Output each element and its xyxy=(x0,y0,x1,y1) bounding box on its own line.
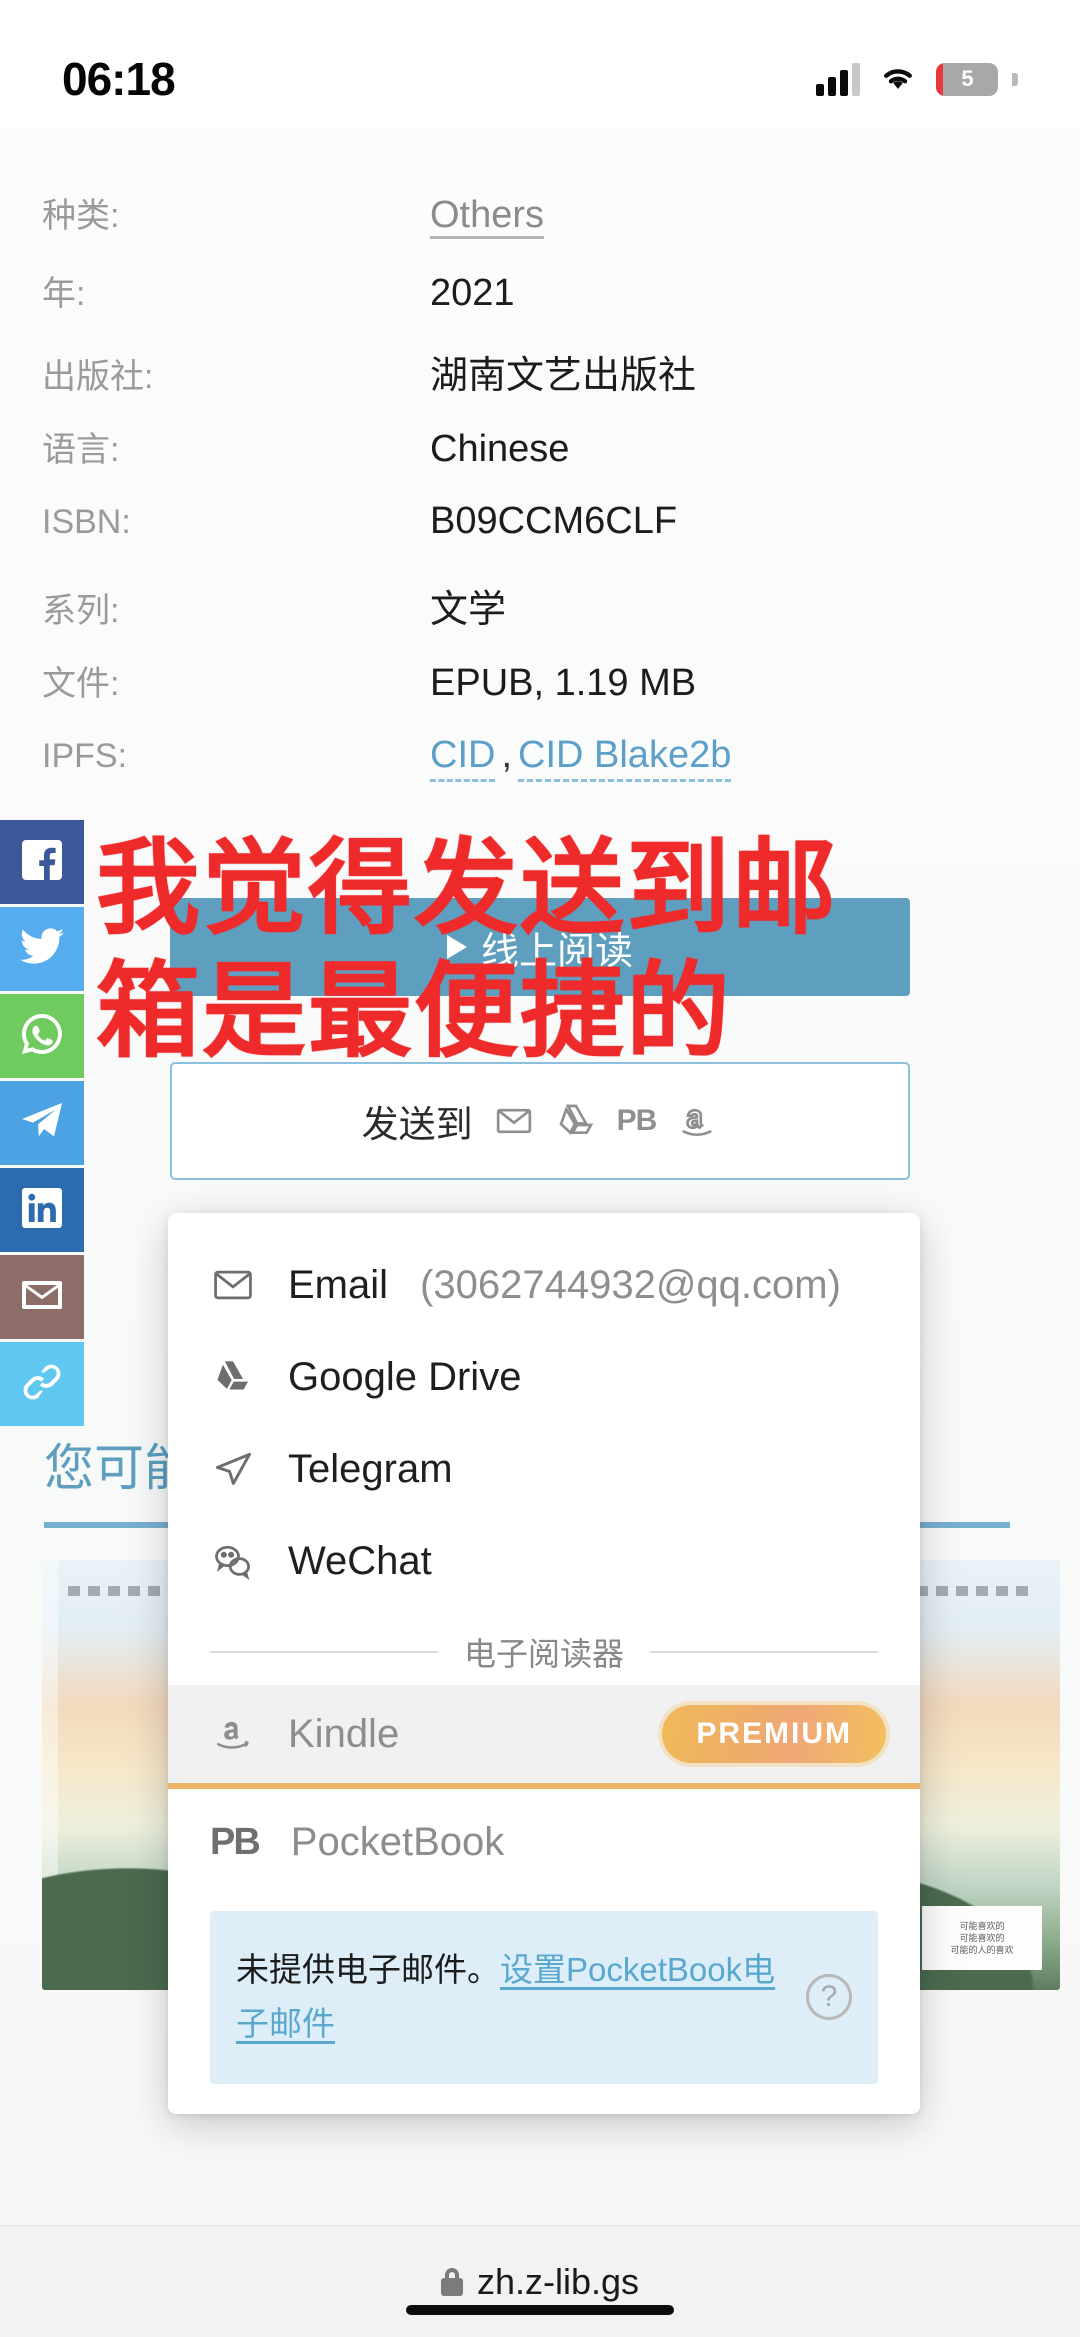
url-host: zh.z-lib.gs xyxy=(476,2260,640,2302)
table-row: 文件: EPUB, 1.19 MB xyxy=(0,656,1080,734)
table-row: ISBN: B09CCM6CLF xyxy=(0,500,1080,578)
menu-item-wechat[interactable]: WeChat xyxy=(168,1515,920,1607)
pocketbook-email-notice: 未提供电子邮件。设置PocketBook电子邮件 ? xyxy=(210,1911,878,2084)
share-button-email[interactable] xyxy=(0,1255,84,1339)
share-button-copy-link[interactable] xyxy=(0,1342,84,1426)
share-button-linkedin[interactable] xyxy=(0,1168,84,1252)
meta-value-series: 文学 xyxy=(430,589,507,631)
premium-badge: PREMIUM xyxy=(662,1705,886,1763)
lock-icon xyxy=(440,2267,463,2296)
status-bar: 06:18 5 xyxy=(0,0,1080,128)
read-online-label: 线上阅读 xyxy=(480,930,633,973)
telegram-icon xyxy=(210,1446,256,1492)
menu-item-label: Kindle xyxy=(288,1711,400,1756)
pocketbook-icon: PB xyxy=(616,1104,658,1137)
book-metadata-table: 种类: Others 年: 2021 出版社: 湖南文艺出版社 语言: Chin… xyxy=(0,128,1080,812)
menu-item-label: WeChat xyxy=(288,1538,432,1583)
send-to-button[interactable]: 发送到 PB xyxy=(170,1062,910,1180)
ipfs-separator: , xyxy=(501,734,513,776)
social-share-rail xyxy=(0,820,84,1429)
divider-line-right xyxy=(650,1651,879,1653)
share-button-facebook[interactable] xyxy=(0,820,84,904)
menu-item-pocketbook[interactable]: PB PocketBook xyxy=(168,1789,920,1895)
meta-value-ipfs: CID, CID Blake2b xyxy=(430,734,732,782)
cid-link[interactable]: CID xyxy=(430,734,496,782)
browser-url-bar[interactable]: zh.z-lib.gs xyxy=(0,2225,1080,2337)
battery-charging-icon: 5 xyxy=(936,62,998,96)
cid-blake2b-link[interactable]: CID Blake2b xyxy=(518,734,732,782)
notice-message: 未提供电子邮件。 xyxy=(236,1951,500,1988)
google-drive-icon xyxy=(210,1354,256,1400)
table-row: 年: 2021 xyxy=(0,266,1080,344)
meta-key: ISBN: xyxy=(42,503,131,541)
wifi-icon xyxy=(876,60,920,99)
meta-key: IPFS: xyxy=(42,737,128,775)
phone-screen: 06:18 5 种类: Others 年: 2021 出版社: 湖南文艺出版社 … xyxy=(0,0,1080,2337)
cellular-signal-icon xyxy=(816,62,860,96)
linkedin-icon xyxy=(18,1184,66,1237)
table-row: 出版社: 湖南文艺出版社 xyxy=(0,344,1080,422)
meta-value-file: EPUB, 1.19 MB xyxy=(430,662,697,704)
menu-item-email-address: (3062744932@qq.com) xyxy=(420,1262,841,1307)
menu-item-label: Email xyxy=(288,1262,389,1307)
email-icon xyxy=(210,1262,256,1308)
page-content: 种类: Others 年: 2021 出版社: 湖南文艺出版社 语言: Chin… xyxy=(0,128,1080,2225)
status-bar-clock: 06:18 xyxy=(62,53,176,105)
divider-line-left xyxy=(210,1651,438,1653)
whatsapp-icon xyxy=(18,1010,66,1063)
meta-value-isbn: B09CCM6CLF xyxy=(430,500,678,542)
kindle-row-left: Kindle xyxy=(210,1711,399,1757)
meta-key: 文件: xyxy=(42,665,120,703)
ereader-section-label: 电子阅读器 xyxy=(464,1636,625,1672)
table-row: 系列: 文学 xyxy=(0,578,1080,656)
meta-value-year: 2021 xyxy=(430,272,515,314)
link-icon xyxy=(18,1358,66,1411)
menu-item-kindle[interactable]: Kindle PREMIUM xyxy=(168,1685,920,1789)
table-row: 语言: Chinese xyxy=(0,422,1080,500)
battery-level-label: 5 xyxy=(961,66,973,91)
menu-item-label: PocketBook xyxy=(290,1819,505,1864)
google-drive-icon xyxy=(555,1100,597,1142)
read-online-button[interactable]: 线上阅读 xyxy=(170,898,910,996)
meta-key: 出版社: xyxy=(42,358,154,396)
share-button-twitter[interactable] xyxy=(0,907,84,991)
pocketbook-icon: PB xyxy=(210,1820,261,1863)
cover-label: 可能喜欢的可能喜欢的可能的人的喜欢 xyxy=(922,1906,1042,1970)
meta-value-category-link[interactable]: Others xyxy=(430,194,544,237)
play-icon xyxy=(446,935,467,959)
amazon-icon xyxy=(210,1711,256,1757)
meta-key: 系列: xyxy=(42,592,120,630)
wechat-icon xyxy=(210,1538,256,1584)
question-mark-icon[interactable]: ? xyxy=(806,1974,852,2021)
notice-text: 未提供电子邮件。设置PocketBook电子邮件 xyxy=(236,1943,788,2052)
battery-cap-icon xyxy=(1012,72,1018,86)
meta-key: 种类: xyxy=(42,197,120,235)
send-to-label: 发送到 xyxy=(361,1104,473,1145)
menu-item-telegram[interactable]: Telegram xyxy=(168,1423,920,1515)
menu-item-label: Telegram xyxy=(288,1446,453,1491)
meta-key: 语言: xyxy=(42,431,120,469)
ereader-section-divider: 电子阅读器 xyxy=(168,1607,920,1685)
facebook-icon xyxy=(18,836,66,889)
table-row: 种类: Others xyxy=(0,188,1080,266)
table-row: IPFS: CID, CID Blake2b xyxy=(0,734,1080,812)
share-button-telegram[interactable] xyxy=(0,1081,84,1165)
meta-key: 年: xyxy=(42,275,86,313)
status-bar-indicators: 5 xyxy=(816,60,1018,99)
home-indicator[interactable] xyxy=(406,2305,674,2315)
menu-item-label: Google Drive xyxy=(288,1354,522,1399)
meta-value-publisher: 湖南文艺出版社 xyxy=(430,355,697,397)
menu-item-email[interactable]: Email (3062744932@qq.com) xyxy=(168,1239,920,1331)
kindle-icon xyxy=(676,1100,718,1142)
email-icon xyxy=(493,1100,535,1142)
send-to-dropdown-menu: Email (3062744932@qq.com) Google Drive T… xyxy=(168,1213,920,2114)
menu-item-google-drive[interactable]: Google Drive xyxy=(168,1331,920,1423)
telegram-icon xyxy=(18,1097,66,1150)
action-buttons: 线上阅读 发送到 PB xyxy=(170,898,910,1180)
share-button-whatsapp[interactable] xyxy=(0,994,84,1078)
meta-value-language: Chinese xyxy=(430,428,570,470)
twitter-icon xyxy=(18,923,66,976)
envelope-icon xyxy=(18,1271,66,1324)
